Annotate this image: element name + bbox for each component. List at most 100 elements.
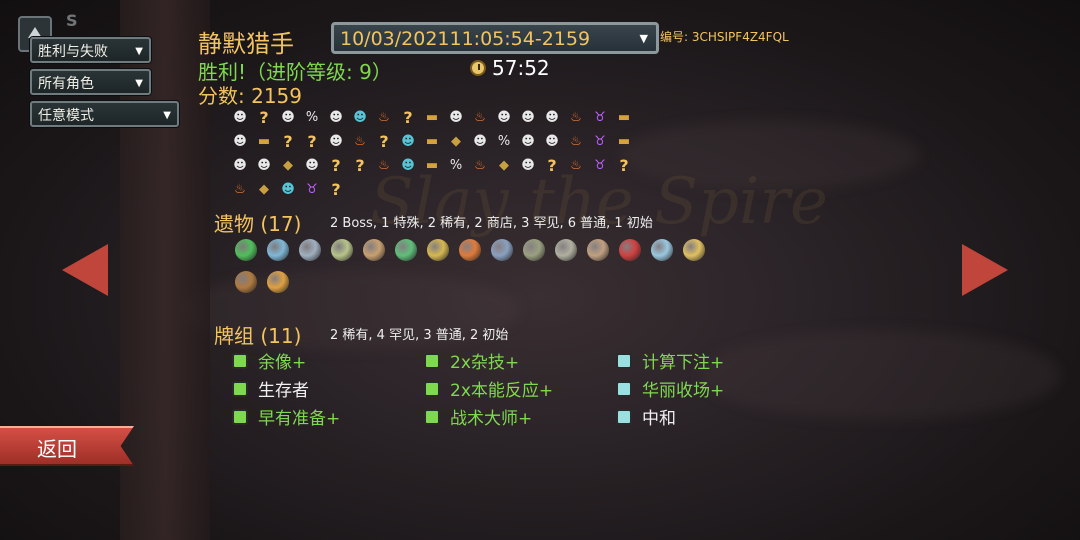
next-run-arrow[interactable] bbox=[962, 244, 1008, 296]
kunai-relic-icon[interactable] bbox=[358, 234, 390, 266]
deck-card-item[interactable]: 生存者 bbox=[232, 376, 309, 401]
ring-of-the-serpent-relic-icon[interactable] bbox=[230, 234, 262, 266]
monster-node-icon[interactable]: ☻ bbox=[252, 154, 276, 178]
elite-node-icon[interactable]: ☻ bbox=[348, 106, 372, 130]
pantograph-relic-icon[interactable] bbox=[518, 234, 550, 266]
bird-cage-relic-icon[interactable] bbox=[550, 234, 582, 266]
monster-node-icon[interactable]: ☻ bbox=[300, 154, 324, 178]
event-treasure-node-icon[interactable]: % bbox=[444, 154, 468, 178]
monster-node-icon[interactable]: ☻ bbox=[540, 106, 564, 130]
map-path-row: ♨ ◆ ☻ ♉? bbox=[228, 178, 348, 202]
monster-node-icon[interactable]: ☻ bbox=[324, 130, 348, 154]
rest-node-icon[interactable]: ♨ bbox=[564, 130, 588, 154]
red-mask-relic-icon[interactable] bbox=[614, 234, 646, 266]
bottled-flame-relic-icon[interactable] bbox=[454, 234, 486, 266]
shop-node-icon[interactable]: ◆ bbox=[492, 154, 516, 178]
shop-node-icon[interactable]: ◆ bbox=[444, 130, 468, 154]
chest-node-icon[interactable]: ▬ bbox=[612, 130, 636, 154]
rest-node-icon[interactable]: ♨ bbox=[372, 106, 396, 130]
monster-node-icon[interactable]: ☻ bbox=[276, 106, 300, 130]
event-treasure-node-icon[interactable]: % bbox=[300, 106, 324, 130]
unknown-node-icon[interactable]: ? bbox=[612, 154, 636, 178]
back-button[interactable]: 返回 bbox=[0, 426, 134, 466]
potted-flower-relic-icon[interactable] bbox=[262, 266, 294, 298]
boss-node-icon[interactable]: ♉ bbox=[588, 130, 612, 154]
mode-filter-dropdown[interactable]: 任意模式 ▼ bbox=[30, 101, 179, 127]
monster-node-icon[interactable]: ☻ bbox=[228, 154, 252, 178]
cursed-key-relic-icon[interactable] bbox=[390, 234, 422, 266]
chest-node-icon[interactable]: ▬ bbox=[420, 106, 444, 130]
boss-node-icon[interactable]: ♉ bbox=[300, 178, 324, 202]
boss-node-icon[interactable]: ♉ bbox=[588, 154, 612, 178]
tingsha-relic-icon[interactable] bbox=[262, 234, 294, 266]
unknown-node-icon[interactable]: ? bbox=[300, 130, 324, 154]
chevron-down-icon: ▼ bbox=[135, 46, 143, 57]
deck-card-item[interactable]: 计算下注+ bbox=[616, 348, 724, 373]
deck-card-item[interactable]: 早有准备+ bbox=[232, 404, 340, 429]
chest-node-icon[interactable]: ▬ bbox=[252, 130, 276, 154]
chevron-down-icon: ▼ bbox=[163, 110, 171, 121]
monster-node-icon[interactable]: ☻ bbox=[468, 130, 492, 154]
monster-node-icon[interactable]: ☻ bbox=[444, 106, 468, 130]
boss-node-icon[interactable]: ♉ bbox=[588, 106, 612, 130]
unknown-node-icon[interactable]: ? bbox=[372, 130, 396, 154]
rest-node-icon[interactable]: ♨ bbox=[468, 154, 492, 178]
unknown-node-icon[interactable]: ? bbox=[252, 106, 276, 130]
unknown-node-icon[interactable]: ? bbox=[276, 130, 300, 154]
rest-node-icon[interactable]: ♨ bbox=[468, 106, 492, 130]
monster-node-icon[interactable]: ☻ bbox=[228, 106, 252, 130]
hook-relic-icon[interactable] bbox=[678, 234, 710, 266]
monster-node-icon[interactable]: ☻ bbox=[228, 130, 252, 154]
deck-card-item[interactable]: 2x杂技+ bbox=[424, 348, 519, 373]
rest-node-icon[interactable]: ♨ bbox=[228, 178, 252, 202]
monster-node-icon[interactable]: ☻ bbox=[516, 154, 540, 178]
previous-run-arrow[interactable] bbox=[62, 244, 108, 296]
run-selector-dropdown[interactable]: 10/03/202111:05:54-2159 ▼ bbox=[331, 22, 659, 54]
elite-node-icon[interactable]: ☻ bbox=[276, 178, 300, 202]
card-name: 中和 bbox=[642, 409, 676, 429]
card-type-icon bbox=[616, 352, 632, 369]
letter-opener-relic-icon[interactable] bbox=[422, 234, 454, 266]
unknown-node-icon[interactable]: ? bbox=[396, 106, 420, 130]
elite-node-icon[interactable]: ☻ bbox=[396, 154, 420, 178]
chest-node-icon[interactable]: ▬ bbox=[420, 130, 444, 154]
deck-card-item[interactable]: 中和 bbox=[616, 404, 676, 429]
mummified-hand-relic-icon[interactable] bbox=[582, 234, 614, 266]
card-name: 2x本能反应+ bbox=[450, 381, 554, 401]
event-treasure-node-icon[interactable]: % bbox=[492, 130, 516, 154]
deck-card-item[interactable]: 2x本能反应+ bbox=[424, 376, 553, 401]
elite-node-icon[interactable]: ☻ bbox=[396, 130, 420, 154]
card-name: 早有准备+ bbox=[258, 409, 341, 429]
bag-of-preparation-relic-icon[interactable] bbox=[326, 234, 358, 266]
monster-node-icon[interactable]: ☻ bbox=[540, 130, 564, 154]
unknown-node-icon[interactable]: ? bbox=[540, 154, 564, 178]
timer-value: 57:52 bbox=[492, 56, 550, 80]
rest-node-icon[interactable]: ♨ bbox=[348, 130, 372, 154]
monster-node-icon[interactable]: ☻ bbox=[492, 106, 516, 130]
deck-card-item[interactable]: 战术大师+ bbox=[424, 404, 532, 429]
monster-node-icon[interactable]: ☻ bbox=[516, 106, 540, 130]
deck-card-item[interactable]: 华丽收场+ bbox=[616, 376, 724, 401]
unknown-node-icon[interactable]: ? bbox=[324, 178, 348, 202]
ships-wheel-relic-icon[interactable] bbox=[486, 234, 518, 266]
anchor-relic-icon[interactable] bbox=[294, 234, 326, 266]
rest-node-icon[interactable]: ♨ bbox=[564, 106, 588, 130]
monster-node-icon[interactable]: ☻ bbox=[324, 106, 348, 130]
character-filter-dropdown[interactable]: 所有角色 ▼ bbox=[30, 69, 151, 95]
unknown-node-icon[interactable]: ? bbox=[324, 154, 348, 178]
shop-node-icon[interactable]: ◆ bbox=[276, 154, 300, 178]
unknown-node-icon[interactable]: ? bbox=[348, 154, 372, 178]
chest-node-icon[interactable]: ▬ bbox=[420, 154, 444, 178]
tube-relic-icon[interactable] bbox=[646, 234, 678, 266]
rest-node-icon[interactable]: ♨ bbox=[372, 154, 396, 178]
shop-node-icon[interactable]: ◆ bbox=[252, 178, 276, 202]
rest-node-icon[interactable]: ♨ bbox=[564, 154, 588, 178]
result-filter-dropdown[interactable]: 胜利与失败 ▼ bbox=[30, 37, 151, 63]
chest-node-icon[interactable]: ▬ bbox=[612, 106, 636, 130]
deck-card-item[interactable]: 余像+ bbox=[232, 348, 306, 373]
map-path-row: ☻? ☻% ☻ ☻ ♨? ▬ ☻ ♨ ☻ ☻ ☻ ♨ ♉ ▬ bbox=[228, 106, 636, 130]
chevron-down-icon: ▼ bbox=[639, 32, 648, 45]
map-path-row: ☻ ▬?? ☻ ♨? ☻ ▬ ◆ ☻% ☻ ☻ ♨ ♉ ▬ bbox=[228, 130, 636, 154]
abacus-relic-icon[interactable] bbox=[230, 266, 262, 298]
monster-node-icon[interactable]: ☻ bbox=[516, 130, 540, 154]
